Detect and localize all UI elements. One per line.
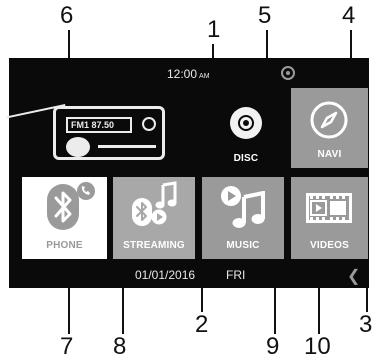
clock-time: 12:00 (167, 67, 198, 81)
callout-2: 2 (195, 311, 209, 338)
callout-9: 9 (266, 333, 280, 360)
streaming-tile[interactable]: STREAMING (113, 177, 195, 259)
film-icon (306, 193, 352, 223)
callout-6: 6 (60, 2, 74, 29)
clock-ampm: AM (199, 73, 210, 80)
callout-3: 3 (359, 311, 373, 338)
compass-icon (310, 101, 348, 139)
callout-10: 10 (304, 333, 331, 360)
callout-5: 5 (258, 2, 272, 29)
callout-4: 4 (342, 2, 356, 29)
status-icon (281, 66, 295, 80)
phone-handset-icon (77, 182, 95, 200)
radio-knob-icon (142, 117, 156, 131)
callout-7: 7 (60, 333, 74, 360)
phone-tile[interactable]: PHONE (22, 177, 107, 259)
footer-day: FRI (226, 268, 246, 282)
radio-frequency-display: FM1 87.50 (66, 117, 132, 133)
back-arrow-icon[interactable]: ❮ (347, 266, 360, 286)
bluetooth-icon (132, 198, 152, 226)
radio-widget[interactable]: FM1 87.50 (6, 86, 166, 166)
disc-tile[interactable]: DISC (211, 92, 281, 168)
streaming-label: STREAMING (123, 240, 185, 251)
footer-date: 01/01/2016 (135, 268, 196, 282)
callout-8: 8 (113, 333, 127, 360)
callout-1: 1 (207, 16, 221, 43)
music-tile[interactable]: MUSIC (202, 177, 284, 259)
radio-slot-icon (98, 145, 156, 148)
videos-tile[interactable]: VIDEOS (291, 177, 368, 259)
radio-icon: FM1 87.50 (53, 106, 165, 160)
bluetooth-icon (47, 184, 79, 230)
phone-label: PHONE (46, 240, 83, 251)
music-note-icon (232, 191, 265, 228)
disc-icon (230, 107, 262, 139)
videos-label: VIDEOS (310, 240, 349, 251)
navi-tile[interactable]: NAVI (291, 88, 368, 168)
navi-label: NAVI (317, 149, 342, 160)
music-label: MUSIC (226, 240, 260, 251)
play-icon (151, 209, 167, 225)
disc-label: DISC (233, 153, 259, 164)
clock: 12:00 AM (167, 67, 210, 81)
head-unit-screen: 12:00 AM FM1 87.50 DISC NAVI PHONE STREA… (6, 58, 369, 288)
radio-speaker-icon (66, 137, 90, 157)
music-note-icon (155, 181, 177, 209)
